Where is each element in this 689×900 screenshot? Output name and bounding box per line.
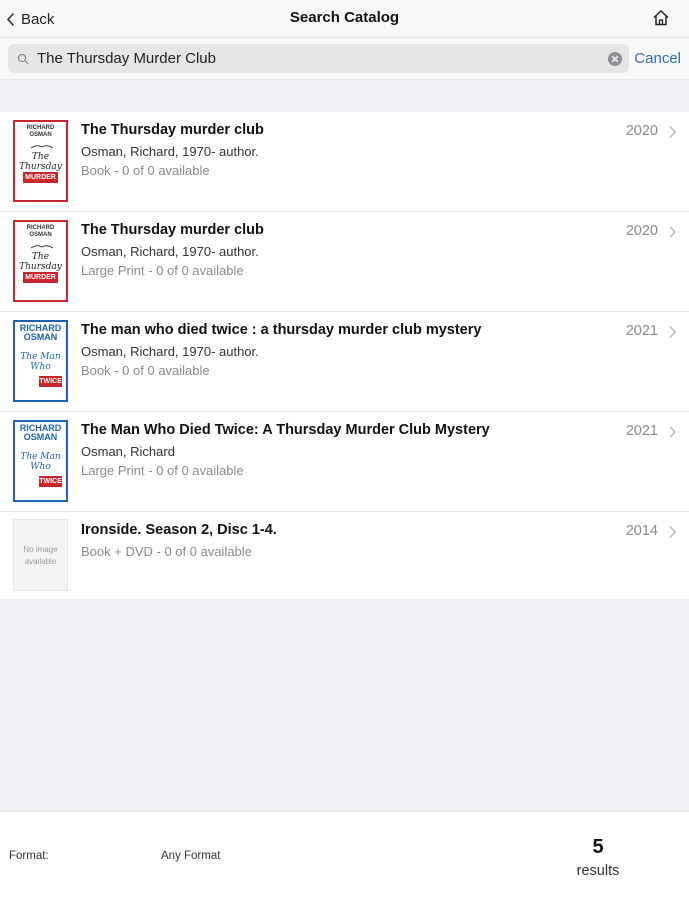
result-author: Osman, Richard, 1970- author. xyxy=(81,244,259,259)
cover-script-text: The Thursday xyxy=(19,252,62,272)
cover-band-text: MURDER xyxy=(23,172,58,183)
results-list: RICHARD OSMAN The Thursday MURDER The Th… xyxy=(0,112,689,599)
result-format: Large Print - 0 of 0 available xyxy=(81,463,244,478)
result-row[interactable]: RICHARD OSMAN The Man Who TWICE The Man … xyxy=(0,412,689,512)
chevron-right-icon xyxy=(669,426,676,438)
cover-band-text: TWICE xyxy=(39,376,62,387)
chevron-right-icon xyxy=(669,526,676,538)
result-title: Ironside. Season 2, Disc 1-4. xyxy=(81,522,277,538)
clear-icon[interactable] xyxy=(608,51,622,66)
result-format: Book - 0 of 0 available xyxy=(81,163,210,178)
no-image-text: No image available xyxy=(23,545,58,566)
bird-icon xyxy=(30,245,54,249)
cover-script-text: The Thursday xyxy=(19,152,62,172)
page-title: Search Catalog xyxy=(289,9,400,26)
cover-script-text: The Man Who xyxy=(20,452,61,472)
cover-author-text: RICHARD OSMAN xyxy=(26,225,55,238)
cancel-button[interactable]: Cancel xyxy=(634,50,681,67)
result-format: Book + DVD - 0 of 0 available xyxy=(81,544,252,559)
search-bar: Cancel xyxy=(0,38,689,80)
result-year: 2020 xyxy=(625,123,658,139)
result-title: The man who died twice : a thursday murd… xyxy=(81,322,482,338)
results-count-label: results xyxy=(576,863,620,879)
result-title: The Man Who Died Twice: A Thursday Murde… xyxy=(81,422,490,438)
result-year: 2021 xyxy=(625,423,658,439)
navigation-bar: Back Search Catalog xyxy=(0,0,689,38)
result-year: 2021 xyxy=(625,323,658,339)
result-title: The Thursday murder club xyxy=(81,222,264,238)
result-author: Osman, Richard xyxy=(81,444,175,459)
result-year: 2014 xyxy=(625,523,658,539)
cover-author-text: RICHARD OSMAN xyxy=(19,323,62,342)
search-field[interactable] xyxy=(8,44,629,73)
cover-author-text: RICHARD OSMAN xyxy=(19,423,62,442)
result-author: Osman, Richard, 1970- author. xyxy=(81,344,259,359)
result-title: The Thursday murder club xyxy=(81,122,264,138)
chevron-right-icon xyxy=(669,226,676,238)
search-icon xyxy=(17,53,29,64)
chevron-right-icon xyxy=(669,326,676,338)
results-footer: Format: Any Format 5 results xyxy=(0,811,689,900)
cover-author-text: RICHARD OSMAN xyxy=(26,125,55,138)
cover-band-text: MURDER xyxy=(23,272,58,283)
result-row[interactable]: RICHARD OSMAN The Man Who TWICE The man … xyxy=(0,312,689,412)
no-image-placeholder: No image available xyxy=(13,519,68,591)
result-row[interactable]: RICHARD OSMAN The Thursday MURDER The Th… xyxy=(0,212,689,312)
result-row[interactable]: RICHARD OSMAN The Thursday MURDER The Th… xyxy=(0,112,689,212)
cover-band-text: TWICE xyxy=(39,476,62,487)
home-icon[interactable] xyxy=(651,8,671,28)
book-cover-image: RICHARD OSMAN The Man Who TWICE xyxy=(13,320,68,402)
result-row[interactable]: No image available Ironside. Season 2, D… xyxy=(0,512,689,599)
result-format: Book - 0 of 0 available xyxy=(81,363,210,378)
format-selector[interactable]: Any Format xyxy=(161,850,220,862)
cover-script-text: The Man Who xyxy=(20,352,61,372)
search-input[interactable] xyxy=(37,50,608,67)
book-cover-image: RICHARD OSMAN The Thursday MURDER xyxy=(13,220,68,302)
results-count: 5 xyxy=(592,836,604,858)
format-label: Format: xyxy=(9,850,49,862)
book-cover-image: RICHARD OSMAN The Man Who TWICE xyxy=(13,420,68,502)
result-year: 2020 xyxy=(625,223,658,239)
bird-icon xyxy=(30,145,54,149)
result-format: Large Print - 0 of 0 available xyxy=(81,263,244,278)
result-author: Osman, Richard, 1970- author. xyxy=(81,144,259,159)
chevron-right-icon xyxy=(669,126,676,138)
book-cover-image: RICHARD OSMAN The Thursday MURDER xyxy=(13,120,68,202)
